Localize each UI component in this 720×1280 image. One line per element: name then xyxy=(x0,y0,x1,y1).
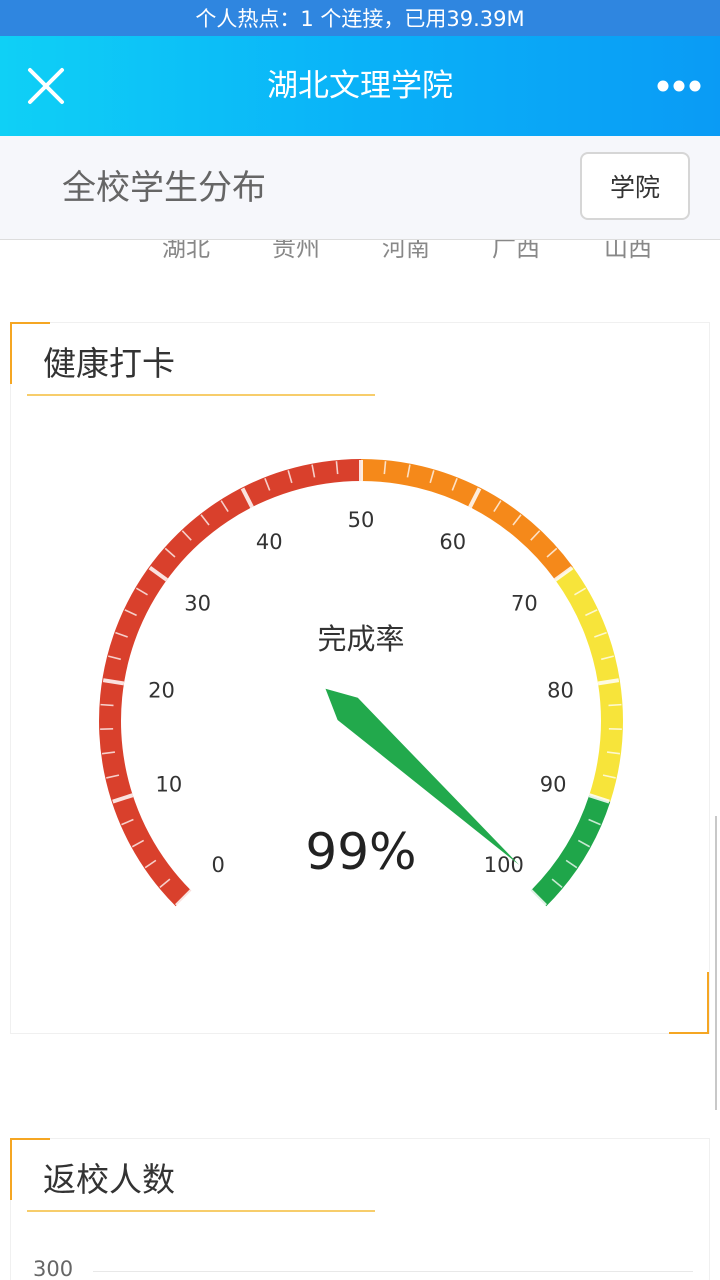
grid-line xyxy=(93,1271,693,1272)
section-title: 全校学生分布 xyxy=(62,168,266,208)
status-bar: 个人热点：1 个连接，已用39.39M xyxy=(0,0,720,36)
nav-bar: 湖北文理学院 xyxy=(0,36,720,136)
gauge-value: 99% xyxy=(305,823,416,881)
title-underline xyxy=(27,1210,375,1212)
province-label: 贵州 xyxy=(272,240,320,262)
close-icon[interactable] xyxy=(24,64,68,108)
province-label: 山西 xyxy=(604,240,652,262)
more-icon[interactable] xyxy=(656,74,702,98)
health-checkin-card: 健康打卡 0 10 20 30 40 50 60 70 80 90 100 完成率 99% xyxy=(10,322,710,1034)
status-text: 个人热点：1 个连接，已用39.39M xyxy=(195,7,525,31)
province-label: 广西 xyxy=(492,240,540,262)
gauge-tick-label: 40 xyxy=(256,530,283,554)
card-title: 返校人数 xyxy=(43,1160,175,1199)
gauge-band xyxy=(530,795,611,907)
gauge-tick-label: 20 xyxy=(148,678,175,702)
gauge-tick-label: 80 xyxy=(547,678,574,702)
province-label: 湖北 xyxy=(162,240,210,262)
province-label: 河南 xyxy=(382,240,430,262)
section-header: 全校学生分布 学院 xyxy=(0,136,720,240)
scrollbar[interactable] xyxy=(715,816,717,1110)
gauge-minor-tick xyxy=(100,703,114,707)
gauge-tick-label: 30 xyxy=(184,591,211,615)
y-axis-tick: 300 xyxy=(33,1257,74,1280)
completion-gauge: 0 10 20 30 40 50 60 70 80 90 100 完成率 99% xyxy=(99,459,623,907)
gauge-minor-tick xyxy=(608,703,622,707)
gauge-label: 完成率 xyxy=(317,622,404,656)
gauge-tick-label: 60 xyxy=(439,530,466,554)
province-axis: 湖北 贵州 河南 广西 山西 xyxy=(0,240,720,270)
college-button[interactable]: 学院 xyxy=(580,152,690,220)
gauge-tick-label: 70 xyxy=(511,591,538,615)
returned-students-card: 返校人数 300 xyxy=(10,1138,710,1280)
gauge-tick-label: 50 xyxy=(348,508,375,532)
page-title: 湖北文理学院 xyxy=(267,68,453,104)
gauge-tick-label: 10 xyxy=(156,772,183,796)
gauge-tick-label: 100 xyxy=(484,853,524,877)
gauge-tick-label: 90 xyxy=(540,772,567,796)
gauge-tick-label: 0 xyxy=(211,853,224,877)
gauge-band xyxy=(361,459,573,580)
